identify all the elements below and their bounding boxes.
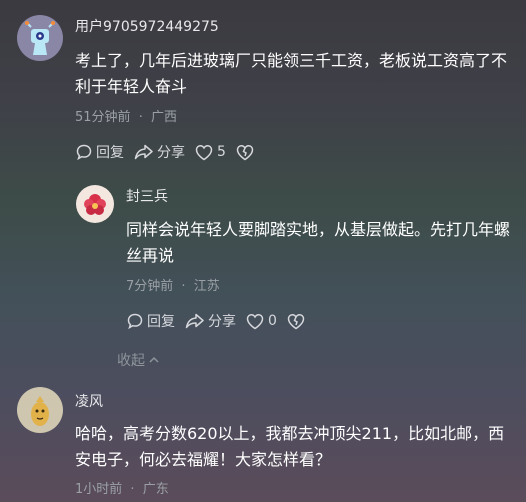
chevron-up-icon bbox=[149, 356, 159, 363]
share-button[interactable]: 分享 bbox=[134, 142, 185, 162]
like-button[interactable]: 5 bbox=[195, 144, 226, 161]
share-button[interactable]: 分享 bbox=[185, 311, 236, 331]
comment-meta: 7分钟前 · 江苏 bbox=[126, 275, 220, 294]
comment-location: 广西 bbox=[150, 110, 177, 125]
comment-text: 哈哈，高考分数620以上，我都去冲顶尖211，比如北邮，西安电子，何必去福耀！大… bbox=[75, 424, 505, 469]
avatar[interactable] bbox=[17, 387, 63, 433]
share-arrow-icon bbox=[185, 313, 204, 329]
broken-heart-icon bbox=[287, 313, 305, 329]
reply-button[interactable]: 回复 bbox=[126, 311, 175, 331]
reply-label: 回复 bbox=[147, 314, 175, 330]
comment-time: 1小时前 bbox=[75, 482, 123, 497]
reply-button[interactable]: 回复 bbox=[75, 142, 124, 162]
comment-text: 同样会说年轻人要脚踏实地，从基层做起。先打几年螺丝再说 bbox=[126, 220, 511, 265]
like-count: 5 bbox=[217, 144, 226, 160]
dislike-button[interactable] bbox=[287, 313, 308, 330]
heart-icon bbox=[195, 144, 213, 160]
comment-actions: 回复 分享 5 bbox=[75, 142, 267, 162]
reply-label: 回复 bbox=[96, 145, 124, 161]
meta-separator: · bbox=[181, 279, 186, 294]
avatar[interactable] bbox=[17, 15, 63, 61]
collapse-label: 收起 bbox=[117, 353, 145, 369]
cartoon-avatar-icon bbox=[31, 396, 49, 426]
broken-heart-icon bbox=[236, 144, 254, 160]
like-button[interactable]: 0 bbox=[246, 313, 277, 330]
comment-location: 江苏 bbox=[193, 279, 220, 294]
username[interactable]: 凌风 bbox=[75, 391, 103, 411]
collapse-replies-button[interactable]: 收起 bbox=[117, 350, 161, 370]
comment-bubble-icon bbox=[76, 144, 92, 161]
comment-time: 7分钟前 bbox=[126, 279, 174, 294]
meta-separator: · bbox=[130, 482, 135, 497]
heart-icon bbox=[246, 313, 264, 329]
avatar[interactable] bbox=[76, 185, 114, 223]
meta-separator: · bbox=[138, 110, 143, 125]
share-label: 分享 bbox=[208, 314, 236, 330]
comment-actions: 回复 分享 0 bbox=[126, 311, 318, 331]
username[interactable]: 用户9705972449275 bbox=[75, 16, 219, 36]
like-count: 0 bbox=[268, 313, 277, 329]
comment-text: 考上了，几年后进玻璃厂只能领三千工资，老板说工资高了不利于年轻人奋斗 bbox=[75, 51, 508, 96]
comment-meta: 1小时前 · 广东 bbox=[75, 478, 169, 497]
comment-bubble-icon bbox=[127, 313, 143, 330]
robot-avatar-icon bbox=[25, 21, 55, 55]
share-arrow-icon bbox=[134, 144, 153, 160]
flower-avatar-icon bbox=[84, 194, 106, 215]
username[interactable]: 封三兵 bbox=[126, 186, 168, 206]
comment-meta: 51分钟前 · 广西 bbox=[75, 106, 177, 125]
dislike-button[interactable] bbox=[236, 144, 257, 161]
comment-location: 广东 bbox=[142, 482, 169, 497]
share-label: 分享 bbox=[157, 145, 185, 161]
comment-time: 51分钟前 bbox=[75, 110, 131, 125]
